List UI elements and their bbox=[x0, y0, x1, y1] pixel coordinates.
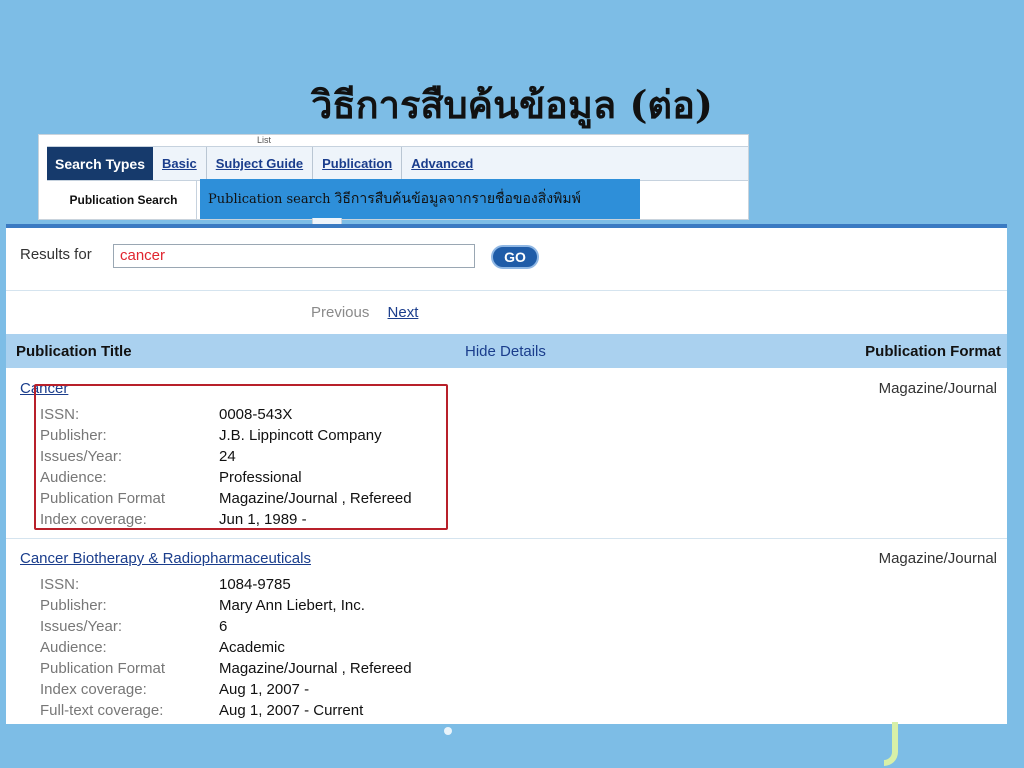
subtab-publication-search[interactable]: Publication Search bbox=[51, 181, 197, 219]
detail-value: 6 bbox=[219, 618, 228, 635]
column-publication-format: Publication Format bbox=[865, 343, 1001, 360]
pager: Previous Next bbox=[311, 304, 418, 321]
publication-format: Magazine/Journal bbox=[878, 550, 997, 567]
detail-label: Publication Format bbox=[40, 660, 166, 677]
next-link[interactable]: Next bbox=[388, 304, 419, 321]
previous-label: Previous bbox=[311, 304, 370, 321]
tab-publication[interactable]: Publication bbox=[313, 147, 403, 180]
detail-value: Aug 1, 2007 - Current bbox=[219, 702, 364, 719]
hide-details-link[interactable]: Hide Details bbox=[465, 343, 546, 360]
search-input[interactable]: cancer bbox=[113, 244, 475, 268]
search-types-header: Search Types bbox=[47, 147, 154, 180]
publication-title-link[interactable]: Cancer Biotherapy & Radiopharmaceuticals bbox=[20, 550, 311, 567]
detail-label: Full-text coverage: bbox=[40, 702, 164, 719]
tab-advanced[interactable]: Advanced bbox=[402, 147, 482, 180]
highlight-box bbox=[34, 384, 448, 530]
detail-label: ISSN: bbox=[40, 576, 80, 593]
column-publication-title: Publication Title bbox=[16, 343, 132, 360]
detail-value: Magazine/Journal , Refereed bbox=[219, 660, 412, 677]
detail-label: Index coverage: bbox=[40, 681, 147, 698]
list-label: List bbox=[257, 135, 272, 145]
detail-value: Mary Ann Liebert, Inc. bbox=[219, 597, 365, 614]
decorative-dot bbox=[444, 727, 452, 735]
detail-value: Academic bbox=[219, 639, 285, 656]
detail-value: Aug 1, 2007 - bbox=[219, 681, 310, 698]
tab-basic[interactable]: Basic bbox=[153, 147, 207, 180]
slide-title: วิธีการสืบค้นข้อมูล (ต่อ) bbox=[311, 82, 713, 127]
detail-label: Issues/Year: bbox=[40, 618, 122, 635]
results-panel: Results for cancer GO Previous Next Publ… bbox=[6, 224, 1007, 724]
go-button[interactable]: GO bbox=[491, 245, 539, 269]
detail-label: Audience: bbox=[40, 639, 107, 656]
detail-label: Publisher: bbox=[40, 597, 107, 614]
decorative-stroke bbox=[884, 722, 898, 766]
detail-value: 1084-9785 bbox=[219, 576, 291, 593]
search-type-tabs: Search Types Basic Subject Guide Publica… bbox=[47, 146, 748, 181]
callout-label: Publication search วิธีการสืบค้นข้อมูลจา… bbox=[200, 179, 640, 219]
divider bbox=[6, 538, 1007, 539]
callout-thai-text: วิธีการสืบค้นข้อมูลจากรายชื่อของสิ่งพิมพ… bbox=[334, 191, 581, 207]
results-table-header: Publication Title Hide Details Publicati… bbox=[6, 334, 1007, 368]
callout-prefix: Publication search bbox=[208, 191, 331, 207]
results-search-bar: Results for cancer GO bbox=[6, 228, 1007, 291]
results-for-label: Results for bbox=[20, 246, 92, 263]
publication-format: Magazine/Journal bbox=[878, 380, 997, 397]
tab-subject-guide[interactable]: Subject Guide bbox=[207, 147, 314, 180]
